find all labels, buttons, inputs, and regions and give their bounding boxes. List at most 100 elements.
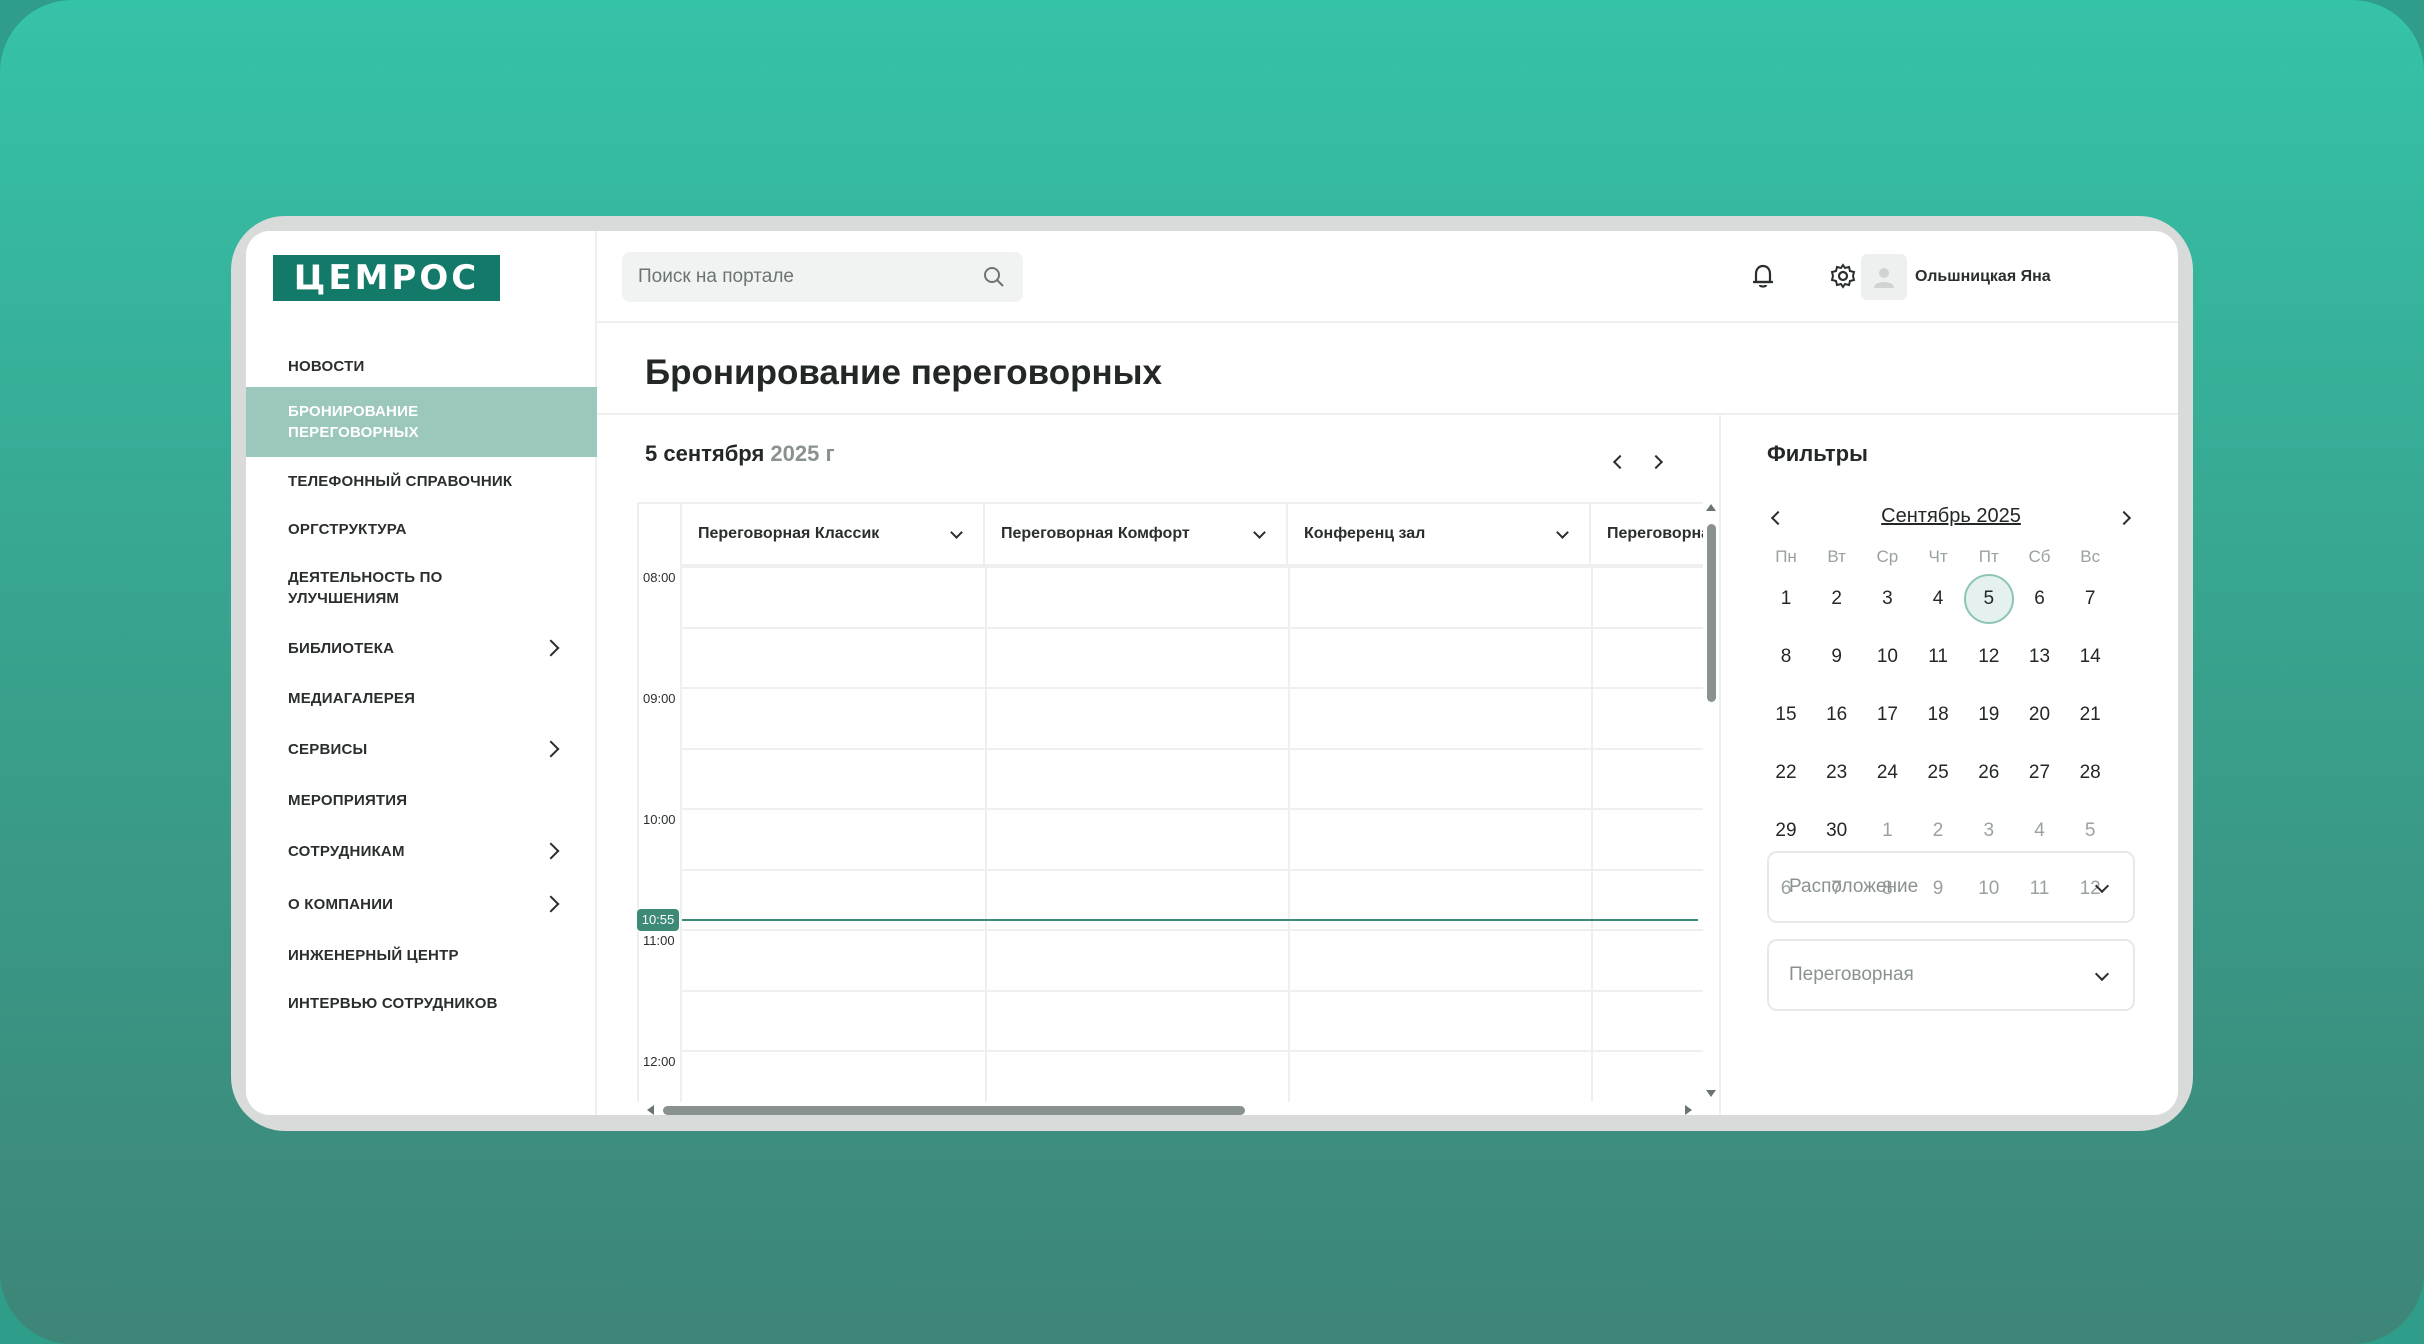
calendar-month[interactable]: Сентябрь 2025 [1767, 505, 2135, 528]
calendar-day[interactable]: 10 [1862, 632, 1912, 682]
sidebar-item[interactable]: МЕРОПРИЯТИЯ [246, 775, 597, 825]
calendar-day[interactable]: 24 [1862, 748, 1912, 798]
sidebar-item[interactable]: О КОМПАНИИ [246, 877, 597, 931]
weekday-label: Вс [2080, 547, 2101, 566]
calendar-day[interactable]: 23 [1812, 748, 1862, 798]
room-select[interactable]: Переговорная [1767, 939, 2135, 1011]
calendar-day[interactable]: 8 [1761, 632, 1811, 682]
calendar-day[interactable]: 7 [2065, 574, 2115, 624]
calendar-day[interactable]: 11 [1913, 632, 1963, 682]
search-box[interactable] [622, 252, 1023, 302]
calendar-day[interactable]: 17 [1862, 690, 1912, 740]
calendar-day[interactable]: 3 [1862, 574, 1912, 624]
sidebar-item[interactable]: ТЕЛЕФОННЫЙ СПРАВОЧНИК [246, 457, 597, 505]
sidebar-item-label: НОВОСТИ [288, 358, 365, 375]
sidebar-item-label: ИНЖЕНЕРНЫЙ ЦЕНТР [288, 946, 459, 964]
calendar-day[interactable]: 4 [2015, 806, 2065, 856]
logo-text: ЦЕМРОС [293, 258, 480, 298]
horizontal-scrollbar[interactable] [637, 1102, 1703, 1115]
sidebar-item-label: БИБЛИОТЕКА [288, 639, 395, 657]
scroll-thumb[interactable] [663, 1106, 1245, 1115]
time-column: 08:00 09:00 10:00 11:00 12:00 [637, 504, 682, 1102]
location-placeholder: Расположение [1789, 876, 1919, 897]
prev-day-icon[interactable] [1612, 454, 1628, 470]
brand-logo[interactable]: ЦЕМРОС [273, 255, 500, 301]
room-column-header[interactable]: Конференц зал [1288, 504, 1591, 566]
sidebar-item[interactable]: НОВОСТИ [246, 346, 597, 387]
calendar-day[interactable]: 3 [1964, 806, 2014, 856]
room-column-header[interactable]: Переговорная [1591, 504, 1703, 566]
calendar-day[interactable]: 22 [1761, 748, 1811, 798]
sidebar-item[interactable]: ИНТЕРВЬЮ СОТРУДНИКОВ [246, 979, 597, 1027]
sidebar-item[interactable]: БИБЛИОТЕКА [246, 623, 597, 673]
scroll-up-icon[interactable] [1706, 504, 1716, 511]
weekday-label: Чт [1928, 547, 1948, 566]
calendar-day[interactable]: 20 [2015, 690, 2065, 740]
scroll-right-icon[interactable] [1685, 1105, 1692, 1115]
room-column-header[interactable]: Переговорная Комфорт [985, 504, 1288, 566]
filters-title: Фильтры [1767, 441, 1868, 466]
sidebar-item[interactable]: СЕРВИСЫ [246, 723, 597, 775]
search-input[interactable] [622, 266, 983, 288]
sidebar-item[interactable]: ИНЖЕНЕРНЫЙ ЦЕНТР [246, 931, 597, 979]
sidebar-item-label: МЕРОПРИЯТИЯ [288, 791, 408, 809]
calendar-day[interactable]: 5 [2065, 806, 2115, 856]
date-main: 5 сентября [645, 441, 765, 466]
chevron-down-icon [2094, 878, 2110, 894]
column-divider [985, 566, 987, 1102]
row-divider [682, 1050, 1703, 1052]
calendar-day[interactable]: 2 [1913, 806, 1963, 856]
scroll-thumb[interactable] [1707, 524, 1716, 702]
sidebar-item-label: ИНТЕРВЬЮ СОТРУДНИКОВ [288, 994, 498, 1012]
calendar-day[interactable]: 16 [1812, 690, 1862, 740]
chevron-right-icon [542, 740, 560, 758]
row-divider [682, 808, 1703, 810]
column-divider [1591, 566, 1593, 1102]
calendar-day[interactable]: 25 [1913, 748, 1963, 798]
scroll-down-icon[interactable] [1706, 1090, 1716, 1097]
room-column-header[interactable]: Переговорная Классик [682, 504, 985, 566]
calendar-day[interactable]: 2 [1812, 574, 1862, 624]
time-label: 09:00 [643, 691, 676, 706]
calendar-day[interactable]: 30 [1812, 806, 1862, 856]
time-label: 08:00 [643, 570, 676, 585]
weekday-label: Сб [2028, 547, 2051, 566]
calendar-day[interactable]: 1 [1862, 806, 1912, 856]
calendar-day[interactable]: 27 [2015, 748, 2065, 798]
next-day-icon[interactable] [1648, 454, 1664, 470]
scroll-left-icon[interactable] [647, 1105, 654, 1115]
calendar-day[interactable]: 29 [1761, 806, 1811, 856]
calendar-day[interactable]: 6 [2015, 574, 2065, 624]
sidebar-item[interactable]: БРОНИРОВАНИЕ ПЕРЕГОВОРНЫХ [246, 387, 597, 457]
calendar-day[interactable]: 28 [2065, 748, 2115, 798]
time-label: 12:00 [643, 1054, 676, 1069]
calendar-day[interactable]: 5 [1963, 574, 2014, 624]
sidebar-item[interactable]: ОРГСТРУКТУРА [246, 505, 597, 553]
calendar-day[interactable]: 9 [1812, 632, 1862, 682]
calendar-day[interactable]: 13 [2015, 632, 2065, 682]
vertical-scrollbar[interactable] [1703, 502, 1719, 1102]
calendar-day[interactable]: 1 [1761, 574, 1811, 624]
calendar-day[interactable]: 19 [1964, 690, 2014, 740]
calendar-day[interactable]: 18 [1913, 690, 1963, 740]
sidebar-item[interactable]: МЕДИАГАЛЕРЕЯ [246, 673, 597, 723]
row-divider [682, 626, 1703, 629]
schedule-grid[interactable]: 08:00 09:00 10:00 11:00 12:00 Переговорная К… [637, 502, 1703, 1102]
calendar-day[interactable]: 4 [1913, 574, 1963, 624]
sidebar-item[interactable]: СОТРУДНИКАМ [246, 825, 597, 877]
calendar-day[interactable]: 15 [1761, 690, 1811, 740]
time-label: 11:00 [643, 933, 675, 948]
location-select[interactable]: Расположение [1767, 851, 2135, 923]
calendar-day[interactable]: 21 [2065, 690, 2115, 740]
gear-icon[interactable] [1826, 259, 1860, 293]
calendar-day[interactable]: 14 [2065, 632, 2115, 682]
calendar-day[interactable]: 12 [1964, 632, 2014, 682]
sidebar-item[interactable]: ДЕЯТЕЛЬНОСТЬ ПО УЛУЧШЕНИЯМ [246, 553, 597, 623]
bell-icon[interactable] [1746, 259, 1780, 293]
row-divider [682, 747, 1703, 750]
user-menu[interactable]: Ольшницкая Яна [1861, 253, 2051, 301]
weekday-label: Ср [1876, 547, 1899, 566]
search-icon[interactable] [983, 266, 1005, 288]
calendar-day[interactable]: 26 [1964, 748, 2014, 798]
weekday-label: Пн [1775, 547, 1797, 566]
